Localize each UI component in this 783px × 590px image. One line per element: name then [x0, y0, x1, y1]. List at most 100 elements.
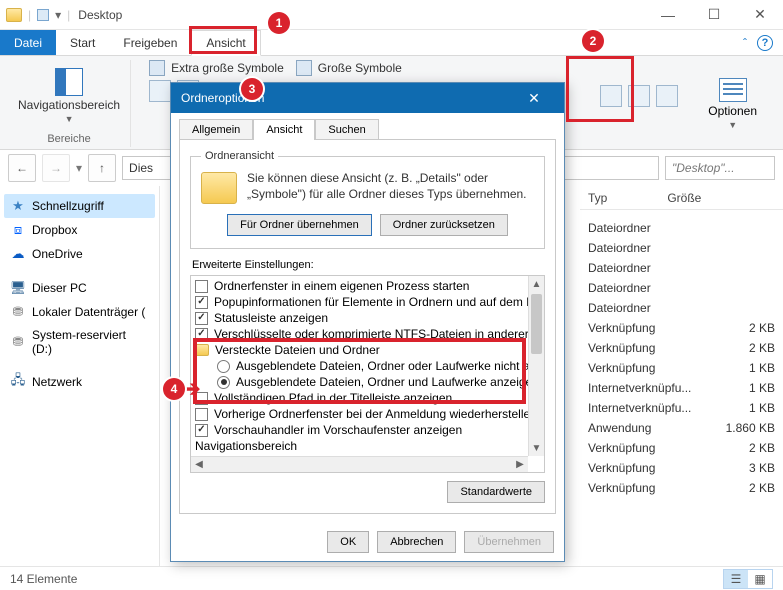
dlg-tab-search[interactable]: Suchen [315, 119, 378, 140]
sidebar-item-systemreserved[interactable]: ⛃ System-reserviert (D:) [4, 324, 155, 360]
small-layout-icon [149, 80, 171, 102]
ok-button[interactable]: OK [327, 531, 369, 553]
table-row[interactable]: Dateiordner [588, 298, 775, 318]
icons-view-icon[interactable]: ▦ [748, 570, 772, 588]
sidebar-item-onedrive[interactable]: ☁ OneDrive [4, 242, 155, 266]
help-icon[interactable]: ? [757, 35, 773, 51]
adv-radio-show[interactable]: Ausgeblendete Dateien, Ordner und Laufwe… [195, 374, 524, 390]
dialog-footer: OK Abbrechen Übernehmen [171, 523, 564, 561]
table-row[interactable]: Dateiordner [588, 278, 775, 298]
up-button[interactable]: ↑ [88, 154, 116, 182]
adv-own-process[interactable]: Ordnerfenster in einem eigenen Prozess s… [195, 278, 524, 294]
table-row[interactable]: Internetverknüpfu...1 KB [588, 378, 775, 398]
forward-button[interactable]: → [42, 154, 70, 182]
columns-icon[interactable] [628, 85, 650, 107]
minimize-button[interactable]: — [645, 0, 691, 30]
apply-button[interactable]: Übernehmen [464, 531, 554, 553]
dialog-titlebar: Ordneroptionen ✕ [171, 83, 564, 113]
checkbox-icon[interactable] [195, 280, 208, 293]
table-row[interactable]: Dateiordner [588, 238, 775, 258]
qat-divider2: | [67, 8, 70, 22]
cell-type: Verknüpfung [588, 441, 708, 455]
search-input[interactable]: "Desktop"... [665, 156, 775, 180]
chevron-down-icon: ▼ [65, 114, 74, 124]
sidebar-item-label: Schnellzugriff [32, 199, 104, 213]
view-toggle[interactable]: ☰ ▦ [723, 569, 773, 589]
qat-props-icon[interactable] [37, 9, 49, 21]
scrollbar-horizontal[interactable]: ◀ ▶ [191, 456, 528, 472]
adv-popup-info[interactable]: Popupinformationen für Elemente in Ordne… [195, 294, 524, 310]
sidebar-item-dropbox[interactable]: ⧈ Dropbox [4, 218, 155, 242]
adv-radio-hide[interactable]: Ausgeblendete Dateien, Ordner oder Laufw… [195, 358, 524, 374]
checkbox-icon[interactable] [195, 408, 208, 421]
scrollbar-vertical[interactable]: ▲ ▼ [528, 276, 544, 456]
sidebar-item-localdisk[interactable]: ⛃ Lokaler Datenträger ( [4, 300, 155, 324]
history-dropdown[interactable]: ▾ [76, 161, 82, 175]
checkbox-icon[interactable] [195, 328, 208, 341]
qat-dropdown-icon[interactable]: ▾ [55, 8, 61, 22]
tab-share[interactable]: Freigeben [109, 30, 191, 55]
scroll-left-icon[interactable]: ◀ [191, 457, 207, 472]
dlg-tab-general[interactable]: Allgemein [179, 119, 253, 140]
sidebar-item-quickaccess[interactable]: ★ Schnellzugriff [4, 194, 155, 218]
table-row[interactable]: Anwendung1.860 KB [588, 418, 775, 438]
cell-type: Dateiordner [588, 301, 708, 315]
col-type[interactable]: Typ [588, 191, 607, 205]
checkbox-icon[interactable] [195, 424, 208, 437]
sort-icon[interactable] [600, 85, 622, 107]
table-row[interactable]: Verknüpfung2 KB [588, 318, 775, 338]
table-row[interactable]: Verknüpfung1 KB [588, 358, 775, 378]
cell-type: Internetverknüpfu... [588, 381, 708, 395]
col-size[interactable]: Größe [667, 191, 701, 205]
adv-path-titlebar[interactable]: Vollständigen Pfad in der Titelleiste an… [195, 390, 524, 406]
sidebar-item-network[interactable]: 🖧 Netzwerk [4, 370, 155, 394]
adv-restore-prev[interactable]: Vorherige Ordnerfenster bei der Anmeldun… [195, 406, 524, 422]
group-icon[interactable] [656, 85, 678, 107]
cell-size [715, 221, 775, 235]
scroll-right-icon[interactable]: ▶ [512, 457, 528, 472]
cell-type: Verknüpfung [588, 481, 708, 495]
reset-folders-button[interactable]: Ordner zurücksetzen [380, 214, 508, 236]
dlg-tab-view[interactable]: Ansicht [253, 119, 315, 140]
table-row[interactable]: Verknüpfung2 KB [588, 478, 775, 498]
back-button[interactable]: ← [8, 154, 36, 182]
adv-preview-handler[interactable]: Vorschauhandler im Vorschaufenster anzei… [195, 422, 524, 438]
radio-icon[interactable] [217, 376, 230, 389]
options-label: Optionen [708, 104, 757, 118]
options-button[interactable]: Optionen ▼ [700, 74, 765, 134]
ribbon-collapse-icon[interactable]: ˆ [743, 36, 747, 50]
adv-statusbar[interactable]: Statusleiste anzeigen [195, 310, 524, 326]
navigation-pane-button[interactable]: Navigationsbereich ▼ [18, 68, 120, 124]
table-row[interactable]: Internetverknüpfu...1 KB [588, 398, 775, 418]
checkbox-icon[interactable] [195, 296, 208, 309]
sidebar-item-thispc[interactable]: 🖥 Dieser PC [4, 276, 155, 300]
tab-start[interactable]: Start [56, 30, 109, 55]
defaults-button[interactable]: Standardwerte [447, 481, 545, 503]
dialog-close-button[interactable]: ✕ [514, 90, 554, 107]
apply-to-folders-button[interactable]: Für Ordner übernehmen [227, 214, 372, 236]
cancel-button[interactable]: Abbrechen [377, 531, 456, 553]
maximize-button[interactable]: ☐ [691, 0, 737, 30]
table-row[interactable]: Verknüpfung2 KB [588, 438, 775, 458]
table-row[interactable]: Dateiordner [588, 258, 775, 278]
layout-extra-large[interactable]: Extra große Symbole Große Symbole [149, 60, 402, 76]
table-row[interactable]: Dateiordner [588, 218, 775, 238]
layout-label: Extra große Symbole [171, 61, 284, 75]
table-row[interactable]: Verknüpfung2 KB [588, 338, 775, 358]
radio-icon[interactable] [217, 360, 230, 373]
checkbox-icon[interactable] [195, 312, 208, 325]
details-view-icon[interactable]: ☰ [724, 570, 748, 588]
scroll-down-icon[interactable]: ▼ [529, 440, 544, 456]
table-row[interactable]: Verknüpfung3 KB [588, 458, 775, 478]
adv-ntfs[interactable]: Verschlüsselte oder komprimierte NTFS-Da… [195, 326, 524, 342]
dropbox-icon: ⧈ [10, 222, 26, 238]
advanced-label: Erweiterte Einstellungen: [192, 259, 545, 271]
tab-file[interactable]: Datei [0, 30, 56, 55]
layout-icon2 [296, 60, 312, 76]
scroll-thumb[interactable] [531, 294, 542, 354]
checkbox-icon[interactable] [195, 392, 208, 405]
cell-type: Verknüpfung [588, 461, 708, 475]
scroll-up-icon[interactable]: ▲ [529, 276, 544, 292]
tab-view[interactable]: Ansicht [191, 30, 260, 56]
close-button[interactable]: ✕ [737, 0, 783, 30]
